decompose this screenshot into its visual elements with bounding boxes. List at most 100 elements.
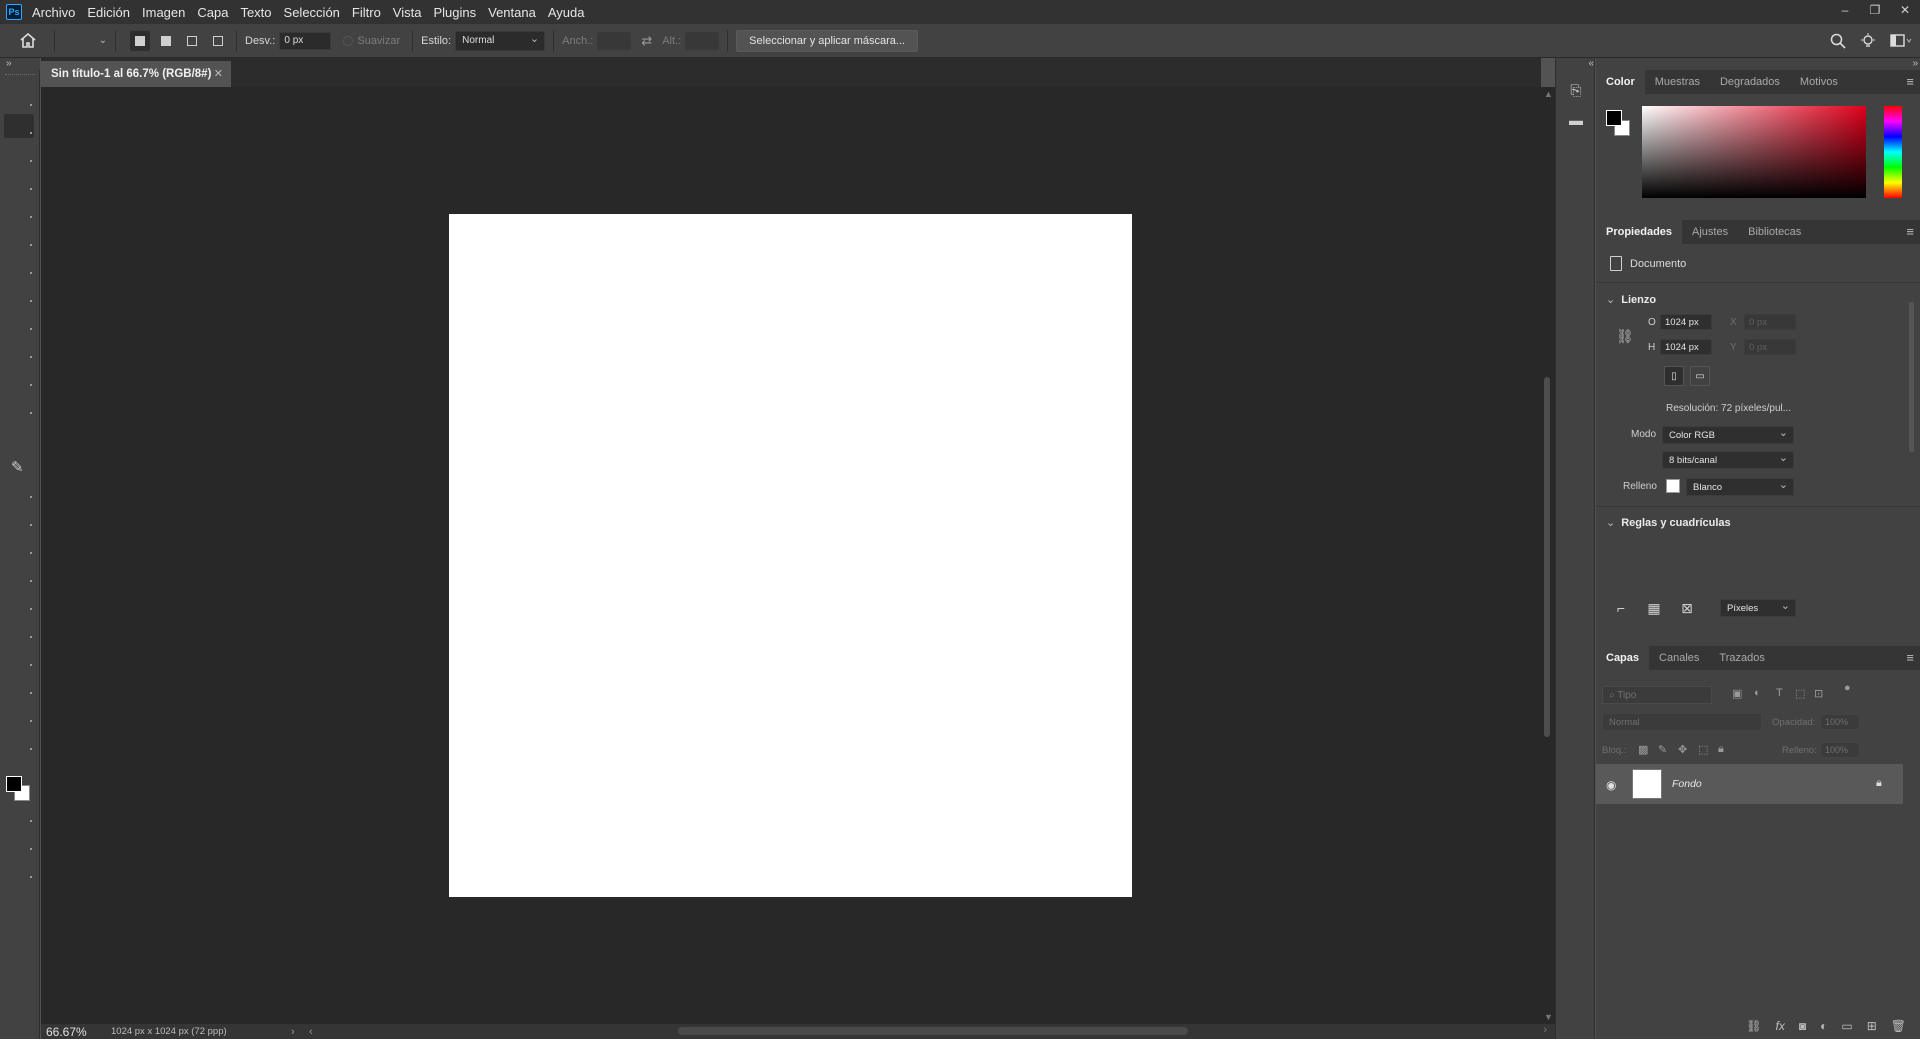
vertical-scrollbar[interactable]: ▲ ▼ bbox=[1541, 87, 1555, 1024]
canvas-width-input[interactable]: 1024 px bbox=[1660, 314, 1712, 330]
image-filter-icon[interactable]: ▣ bbox=[1732, 687, 1742, 700]
workspace-icon[interactable] bbox=[1890, 34, 1912, 48]
adjustment-filter-icon[interactable]: ◐ bbox=[1754, 687, 1761, 699]
horizontal-scroll-thumb[interactable] bbox=[678, 1027, 1188, 1035]
toolbar-collapse-icon[interactable]: » bbox=[0, 58, 40, 70]
add-mask-icon[interactable]: ◙ bbox=[1799, 1019, 1806, 1033]
history-icon[interactable]: ⎘ bbox=[1566, 80, 1586, 100]
smart-object-filter-icon[interactable]: ⊡ bbox=[1814, 687, 1823, 700]
scroll-up-icon[interactable]: ▲ bbox=[1544, 89, 1553, 99]
antialias-checkbox[interactable] bbox=[343, 35, 354, 46]
tab-degradados[interactable]: Degradados bbox=[1710, 70, 1790, 94]
menu-vista[interactable]: Vista bbox=[393, 5, 422, 20]
tab-canales[interactable]: Canales bbox=[1649, 646, 1709, 670]
panel-menu-icon[interactable]: ≡ bbox=[1906, 74, 1914, 89]
swap-icon[interactable]: ⇄ bbox=[641, 33, 652, 49]
tab-muestras[interactable]: Muestras bbox=[1645, 70, 1710, 94]
close-icon[interactable]: ✕ bbox=[214, 67, 223, 80]
strip-collapse-icon[interactable]: « bbox=[1556, 58, 1596, 70]
trash-icon[interactable]: 🗑︎ bbox=[1891, 1019, 1906, 1033]
layer-filter-input[interactable]: ⌕ Tipo bbox=[1602, 686, 1712, 704]
portrait-orientation-icon[interactable]: ▯ bbox=[1664, 366, 1684, 386]
comments-icon[interactable]: ▬ bbox=[1566, 110, 1586, 130]
tab-bibliotecas[interactable]: Bibliotecas bbox=[1738, 220, 1811, 244]
menu-plugins[interactable]: Plugins bbox=[433, 5, 476, 20]
landscape-orientation-icon[interactable]: ▭ bbox=[1690, 366, 1710, 386]
tab-color[interactable]: Color bbox=[1596, 70, 1645, 94]
panel-menu-icon[interactable]: ≡ bbox=[1906, 650, 1914, 665]
grid-icon[interactable]: ▦ bbox=[1645, 599, 1663, 617]
width-input[interactable] bbox=[597, 31, 632, 50]
minimize-button[interactable]: – bbox=[1830, 0, 1860, 20]
fill-select[interactable]: Blanco bbox=[1686, 478, 1794, 496]
new-selection-button[interactable] bbox=[130, 30, 150, 51]
menu-ventana[interactable]: Ventana bbox=[488, 5, 536, 20]
menu-texto[interactable]: Texto bbox=[240, 5, 271, 20]
brush-tool-icon[interactable]: ✎ bbox=[11, 458, 24, 476]
new-layer-icon[interactable]: ⊞ bbox=[1867, 1019, 1877, 1033]
document-tab[interactable]: Sin título-1 al 66.7% (RGB/8#) ✕ bbox=[41, 61, 231, 87]
close-button[interactable]: ✕ bbox=[1890, 0, 1920, 20]
panel-menu-icon[interactable]: ≡ bbox=[1906, 224, 1914, 239]
layer-fill-input[interactable]: 100% bbox=[1820, 742, 1860, 758]
properties-scrollbar[interactable] bbox=[1906, 290, 1916, 560]
restore-button[interactable]: ❐ bbox=[1860, 0, 1890, 20]
tab-ajustes[interactable]: Ajustes bbox=[1682, 220, 1738, 244]
menu-imagen[interactable]: Imagen bbox=[142, 5, 185, 20]
menu-edicion[interactable]: Edición bbox=[87, 5, 130, 20]
height-input[interactable] bbox=[685, 31, 720, 50]
menu-capa[interactable]: Capa bbox=[197, 5, 228, 20]
style-select[interactable]: Normal bbox=[455, 30, 546, 51]
feather-input[interactable]: 0 px bbox=[279, 31, 332, 50]
canvas-y-input[interactable]: 0 px bbox=[1744, 339, 1796, 355]
lock-all-icon[interactable]: 🔒︎ bbox=[1718, 743, 1724, 756]
rulers-section-header[interactable]: ⌄ Reglas y cuadrículas bbox=[1606, 516, 1731, 529]
guides-icon[interactable]: ⊠ bbox=[1678, 599, 1696, 617]
tab-propiedades[interactable]: Propiedades bbox=[1596, 220, 1683, 244]
menu-ayuda[interactable]: Ayuda bbox=[548, 5, 585, 20]
canvas-section-header[interactable]: ⌄ Lienzo bbox=[1606, 293, 1656, 306]
link-layers-icon[interactable]: ⛓ bbox=[1746, 1019, 1761, 1033]
status-menu-arrow-icon[interactable]: › bbox=[291, 1026, 309, 1038]
tab-capas[interactable]: Capas bbox=[1596, 646, 1650, 670]
vertical-scroll-thumb[interactable] bbox=[1544, 377, 1550, 737]
bit-depth-select[interactable]: 8 bits/canal bbox=[1662, 451, 1794, 469]
tab-trazados[interactable]: Trazados bbox=[1709, 646, 1774, 670]
lock-artboard-icon[interactable]: ⬚ bbox=[1698, 743, 1708, 756]
add-selection-button[interactable] bbox=[156, 31, 176, 51]
menu-seleccion[interactable]: Selección bbox=[284, 5, 340, 20]
color-picker-field[interactable] bbox=[1642, 106, 1866, 198]
filter-toggle-icon[interactable]: ● bbox=[1844, 682, 1851, 694]
scroll-down-icon[interactable]: ▼ bbox=[1544, 1012, 1553, 1022]
document-canvas[interactable] bbox=[449, 214, 1132, 897]
tab-motivos[interactable]: Motivos bbox=[1790, 70, 1848, 94]
canvas-height-input[interactable]: 1024 px bbox=[1660, 339, 1712, 355]
canvas-workspace[interactable] bbox=[41, 87, 1541, 1024]
adjustment-layer-icon[interactable]: ◐ bbox=[1820, 1019, 1827, 1033]
rectangular-marquee-tool[interactable] bbox=[4, 114, 34, 138]
canvas-x-input[interactable]: 0 px bbox=[1744, 314, 1796, 330]
blend-mode-select[interactable]: Normal bbox=[1602, 713, 1762, 731]
color-mode-select[interactable]: Color RGB bbox=[1662, 426, 1794, 444]
lock-position-icon[interactable]: ✥ bbox=[1678, 743, 1687, 756]
shape-filter-icon[interactable]: ⬚ bbox=[1795, 687, 1805, 700]
toolbar-grip[interactable] bbox=[4, 74, 35, 78]
menu-filtro[interactable]: Filtro bbox=[352, 5, 381, 20]
type-filter-icon[interactable]: T bbox=[1776, 687, 1783, 699]
lightbulb-icon[interactable] bbox=[1860, 33, 1876, 49]
subtract-selection-button[interactable] bbox=[182, 31, 202, 51]
tool-preset-picker[interactable]: ⌄ bbox=[63, 29, 107, 53]
opacity-input[interactable]: 100% bbox=[1820, 714, 1860, 730]
panels-collapse-icon[interactable]: » bbox=[1912, 58, 1918, 69]
layer-row[interactable]: ◉ Fondo 🔒︎ bbox=[1596, 764, 1903, 804]
home-button[interactable] bbox=[10, 26, 46, 56]
fill-color-swatch[interactable] bbox=[1666, 479, 1680, 493]
units-select[interactable]: Píxeles bbox=[1720, 599, 1796, 617]
scroll-right-icon[interactable]: › bbox=[1543, 1024, 1547, 1036]
select-and-mask-button[interactable]: Seleccionar y aplicar máscara... bbox=[736, 29, 919, 52]
search-icon[interactable] bbox=[1830, 33, 1846, 49]
foreground-color-swatch[interactable] bbox=[1606, 110, 1622, 126]
properties-scroll-thumb[interactable] bbox=[1909, 302, 1914, 452]
intersect-selection-button[interactable] bbox=[208, 31, 228, 51]
layer-style-icon[interactable]: fx bbox=[1776, 1019, 1785, 1033]
